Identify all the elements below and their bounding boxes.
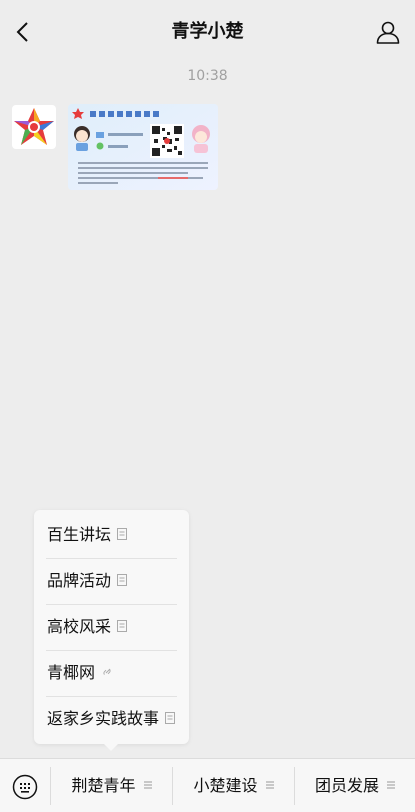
tab-member-development[interactable]: 团员发展 [295,759,415,812]
link-icon [103,668,111,675]
menu-lines-icon [265,781,274,789]
menu-pointer-arrow [104,744,118,751]
keyboard-icon[interactable] [12,774,38,800]
menu-item-campus-style[interactable]: 高校风采 [34,604,189,650]
article-icon [117,620,128,632]
menu-item-label: 百生讲坛 [47,525,112,544]
message-timestamp: 10:38 [187,68,228,84]
tab-label: 小楚建设 [193,776,258,795]
image-message-card[interactable] [68,104,218,190]
menu-lines-icon [387,781,395,789]
star-logo-icon [14,108,54,145]
article-icon [165,712,176,724]
menu-lines-icon [143,781,152,789]
menu-item-brand-activities[interactable]: 品牌活动 [34,558,189,604]
tab-xiaochu-building[interactable]: 小楚建设 [173,759,294,812]
tab-jingchu-youth[interactable]: 荆楚青年 [51,759,172,812]
menu-item-label: 品牌活动 [47,571,112,590]
page-title: 青学小楚 [171,21,244,42]
profile-icon[interactable] [375,19,401,45]
qr-card-image [68,104,218,190]
navigation-bar: 青学小楚 [0,0,415,64]
tab-label: 团员发展 [314,776,379,795]
menu-item-label: 返家乡实践故事 [47,709,160,728]
popup-submenu: 百生讲坛 品牌活动 高校风采 青椰网 返家乡实践故事 [34,510,189,744]
article-icon [117,528,128,540]
menu-item-label: 高校风采 [47,617,112,636]
menu-item-bai-sheng-forum[interactable]: 百生讲坛 [34,512,189,558]
sender-avatar[interactable] [12,105,56,149]
menu-item-qingye-web[interactable]: 青椰网 [34,650,189,696]
menu-item-label: 青椰网 [47,663,96,682]
article-icon [117,574,128,586]
tab-label: 荆楚青年 [71,776,136,795]
menu-item-hometown-stories[interactable]: 返家乡实践故事 [34,696,189,742]
bottom-menu-bar: 荆楚青年 小楚建设 团员发展 [0,758,415,812]
